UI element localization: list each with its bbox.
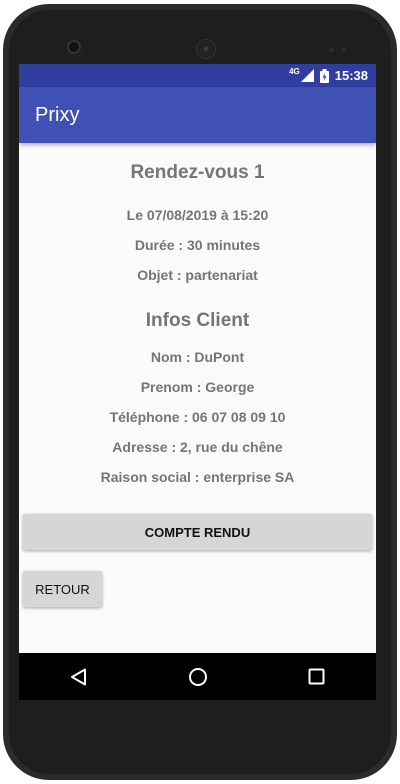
appointment-details: Rendez-vous 1 Le 07/08/2019 à 15:20 Duré…: [19, 143, 376, 643]
nav-back-button[interactable]: [59, 657, 99, 697]
front-camera: [69, 42, 79, 52]
screen: 4G 15:38 Prixy Rendez-vous 1 Le 07/08/20…: [19, 64, 376, 700]
compte-rendu-button[interactable]: COMPTE RENDU: [23, 514, 372, 550]
appointment-duration: Durée : 30 minutes: [134, 237, 261, 253]
battery-icon: [319, 68, 329, 83]
back-icon: [70, 668, 86, 685]
appointment-date: Le 07/08/2019 à 15:20: [126, 207, 269, 223]
light-sensor: [341, 47, 346, 52]
status-bar: 4G 15:38: [19, 64, 376, 87]
client-info-title: Infos Client: [145, 310, 250, 331]
proximity-sensor: [329, 47, 334, 52]
recents-icon: [308, 668, 325, 685]
home-icon: [188, 667, 207, 686]
network-label: 4G: [289, 67, 300, 76]
signal-icon: [300, 69, 314, 82]
appointment-title: Rendez-vous 1: [130, 162, 265, 183]
app-bar: Prixy: [19, 87, 376, 143]
client-last-name: Nom : DuPont: [150, 349, 245, 365]
navigation-bar: [19, 653, 376, 700]
battery-indicator: [319, 68, 329, 83]
appointment-subject: Objet : partenariat: [137, 267, 258, 283]
signal-indicator: 4G: [289, 67, 314, 82]
nav-home-button[interactable]: [178, 657, 218, 697]
earpiece-speaker: [197, 40, 215, 58]
retour-button[interactable]: RETOUR: [23, 571, 102, 607]
client-company: Raison social : enterprise SA: [100, 469, 295, 485]
status-time: 15:38: [334, 68, 368, 83]
client-phone: Téléphone : 06 07 08 09 10: [109, 409, 286, 425]
app-title: Prixy: [35, 103, 80, 126]
nav-recents-button[interactable]: [297, 657, 337, 697]
client-address: Adresse : 2, rue du chêne: [112, 439, 283, 455]
client-first-name: Prenom : George: [140, 379, 255, 395]
